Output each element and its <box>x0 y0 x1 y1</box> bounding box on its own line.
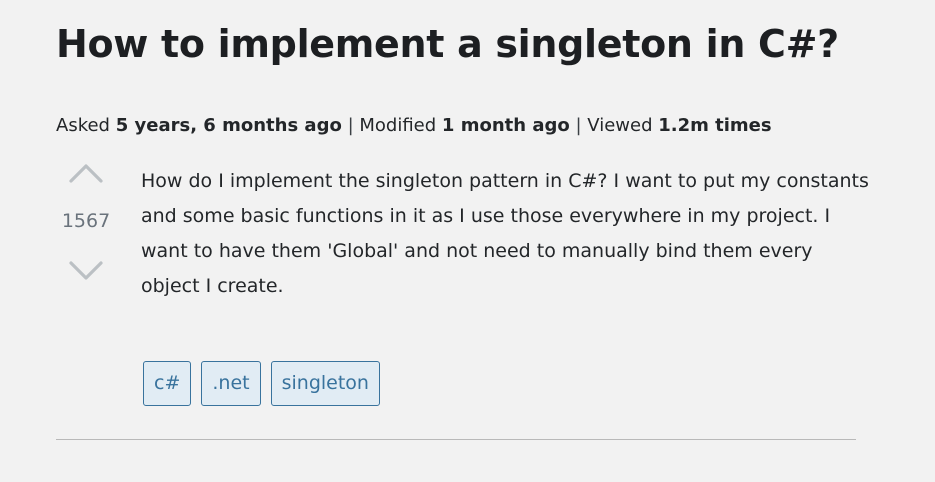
modified-label: Modified <box>359 115 437 136</box>
tag-list: c# .net singleton <box>143 361 380 406</box>
vote-count: 1567 <box>61 210 111 232</box>
meta-separator: | <box>347 115 354 136</box>
tag-csharp[interactable]: c# <box>143 361 192 406</box>
viewed-value: 1.2m times <box>658 115 772 136</box>
asked-label: Asked <box>56 115 110 136</box>
chevron-down-icon <box>69 261 103 280</box>
tag-singleton[interactable]: singleton <box>270 361 380 406</box>
vote-cell: 1567 <box>56 150 116 290</box>
question-body: How do I implement the singleton pattern… <box>141 170 869 297</box>
chevron-up-icon <box>69 164 103 183</box>
downvote-button[interactable] <box>68 252 104 288</box>
tag-dotnet[interactable]: .net <box>201 361 261 406</box>
upvote-button[interactable] <box>68 154 104 190</box>
question-meta: Asked 5 years, 6 months ago | Modified 1… <box>56 112 772 140</box>
viewed-label: Viewed <box>587 115 653 136</box>
modified-value[interactable]: 1 month ago <box>442 115 570 136</box>
meta-separator: | <box>575 115 582 136</box>
section-divider <box>56 439 856 440</box>
asked-value[interactable]: 5 years, 6 months ago <box>116 115 342 136</box>
question-title[interactable]: How to implement a singleton in C#? <box>56 18 839 70</box>
